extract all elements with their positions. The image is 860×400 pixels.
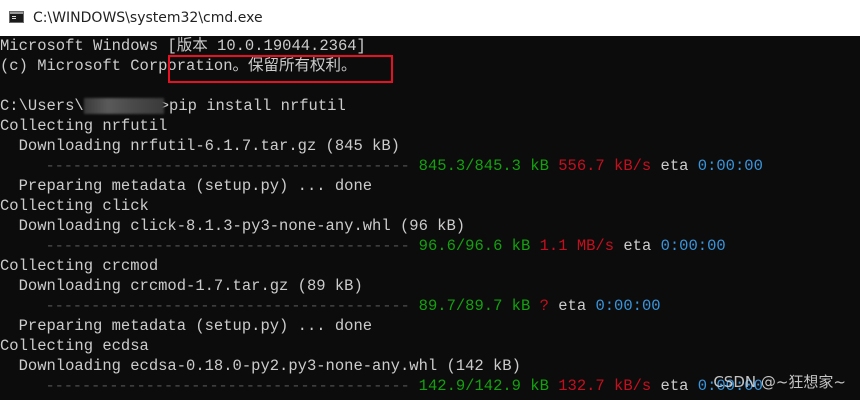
progress-bar: ---------------------------------------- [0,377,419,395]
prompt-prefix: C:\Users\ [0,97,84,115]
progress-bar: ---------------------------------------- [0,297,419,315]
progress-eta: 0:00:00 [595,297,661,315]
console-header-copyright: (c) Microsoft Corporation。保留所有权利。 [0,57,357,75]
progress-line: ----------------------------------------… [0,376,763,396]
progress-speed: 132.7 kB/s [558,377,652,395]
console-line: Downloading crcmod-1.7.tar.gz (89 kB) [0,277,363,295]
command-line: C:\Users\ >pip install nrfutil [0,96,346,116]
progress-size: 845.3/845.3 kB [418,157,549,175]
progress-eta-label: eta [660,157,689,175]
redacted-username [83,97,164,114]
progress-line: ----------------------------------------… [0,156,763,176]
command-text: >pip install nrfutil [159,97,346,115]
progress-bar: ---------------------------------------- [0,157,419,175]
console-line: Collecting click [0,197,149,215]
progress-speed: ? [539,297,549,315]
progress-line: ----------------------------------------… [0,296,661,316]
progress-speed: 556.7 kB/s [558,157,652,175]
progress-eta-label: eta [660,377,689,395]
progress-size: 142.9/142.9 kB [418,377,549,395]
cmd-window: C:\WINDOWS\system32\cmd.exe Microsoft Wi… [0,0,860,400]
title-bar[interactable]: C:\WINDOWS\system32\cmd.exe [0,0,860,36]
progress-eta: 0:00:00 [660,237,726,255]
cmd-icon[interactable] [9,11,24,23]
console-line: Downloading ecdsa-0.18.0-py2.py3-none-an… [0,357,521,375]
console-line: Downloading click-8.1.3-py3-none-any.whl… [0,217,466,235]
progress-line: ----------------------------------------… [0,236,726,256]
progress-eta-label: eta [623,237,652,255]
console-output[interactable]: Microsoft Windows [版本 10.0.19044.2364] (… [0,36,860,400]
console-line: Downloading nrfutil-6.1.7.tar.gz (845 kB… [0,137,400,155]
csdn-watermark: CSDN @~狂想家~ [713,373,846,391]
progress-eta: 0:00:00 [697,157,763,175]
console-line: Collecting nrfutil [0,117,168,135]
progress-speed: 1.1 MB/s [539,237,615,255]
window-title: C:\WINDOWS\system32\cmd.exe [33,10,263,26]
progress-size: 96.6/96.6 kB [418,237,531,255]
console-line: Preparing metadata (setup.py) ... done [0,317,373,335]
progress-eta-label: eta [558,297,587,315]
console-line: Collecting ecdsa [0,337,149,355]
progress-size: 89.7/89.7 kB [418,297,531,315]
console-line: Collecting crcmod [0,257,159,275]
progress-bar: ---------------------------------------- [0,237,419,255]
console-line: Preparing metadata (setup.py) ... done [0,177,373,195]
console-header-version: Microsoft Windows [版本 10.0.19044.2364] [0,37,366,55]
